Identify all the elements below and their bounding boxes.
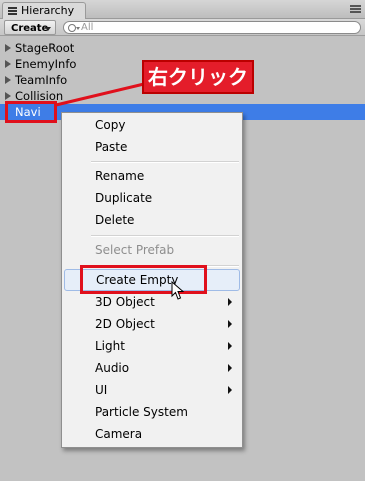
hierarchy-toolbar: Create — [0, 19, 365, 36]
menu-item-paste[interactable]: Paste — [62, 136, 242, 158]
menu-item-ui[interactable]: UI — [62, 379, 242, 401]
submenu-arrow-icon — [228, 386, 232, 394]
submenu-arrow-icon — [228, 364, 232, 372]
window-titlebar: Hierarchy — [0, 0, 365, 19]
menu-item-light[interactable]: Light — [62, 335, 242, 357]
expand-arrow-icon[interactable] — [5, 44, 11, 52]
tab-label: Hierarchy — [21, 4, 75, 17]
mouse-cursor-icon — [171, 281, 185, 300]
search-icon — [68, 24, 76, 32]
menu-item-label: UI — [95, 383, 108, 397]
annotation-highlight-navi — [5, 101, 57, 123]
annotation-highlight-create-empty — [80, 265, 207, 294]
menu-item-rename[interactable]: Rename — [62, 165, 242, 187]
window-menu-icon[interactable] — [350, 5, 361, 14]
submenu-arrow-icon — [228, 320, 232, 328]
tree-item-label: StageRoot — [15, 41, 75, 55]
search-input[interactable] — [81, 22, 351, 33]
menu-item-particle-system[interactable]: Particle System — [62, 401, 242, 423]
menu-item-label: Audio — [95, 361, 130, 375]
menu-item-camera[interactable]: Camera — [62, 423, 242, 445]
menu-item-duplicate[interactable]: Duplicate — [62, 187, 242, 209]
menu-separator — [91, 161, 239, 163]
search-field[interactable] — [63, 21, 361, 34]
hierarchy-tab[interactable]: Hierarchy — [2, 2, 86, 19]
search-filter-caret-icon — [76, 27, 80, 30]
tree-item-label: EnemyInfo — [15, 57, 77, 71]
expand-arrow-icon[interactable] — [5, 92, 11, 100]
menu-item-delete[interactable]: Delete — [62, 209, 242, 231]
expand-arrow-icon[interactable] — [5, 60, 11, 68]
menu-item-label: 2D Object — [95, 317, 155, 331]
menu-item-2d-object[interactable]: 2D Object — [62, 313, 242, 335]
menu-item-select-prefab: Select Prefab — [95, 243, 175, 257]
menu-item-label: Light — [95, 339, 125, 353]
menu-item-audio[interactable]: Audio — [62, 357, 242, 379]
expand-arrow-icon[interactable] — [5, 76, 11, 84]
submenu-arrow-icon — [228, 298, 232, 306]
submenu-arrow-icon — [228, 342, 232, 350]
tree-item-stageroot[interactable]: StageRoot — [0, 40, 365, 56]
dropdown-caret-icon — [45, 27, 51, 31]
create-button-label: Create — [11, 23, 49, 34]
annotation-callout: 右クリック — [142, 60, 254, 94]
annotation-arrow-line — [55, 82, 145, 107]
menu-item-3d-object[interactable]: 3D Object — [62, 291, 242, 313]
menu-item-copy[interactable]: Copy — [62, 114, 242, 136]
list-icon — [8, 7, 17, 15]
menu-separator — [91, 235, 239, 237]
menu-item-label: 3D Object — [95, 295, 155, 309]
create-button[interactable]: Create — [4, 20, 56, 35]
